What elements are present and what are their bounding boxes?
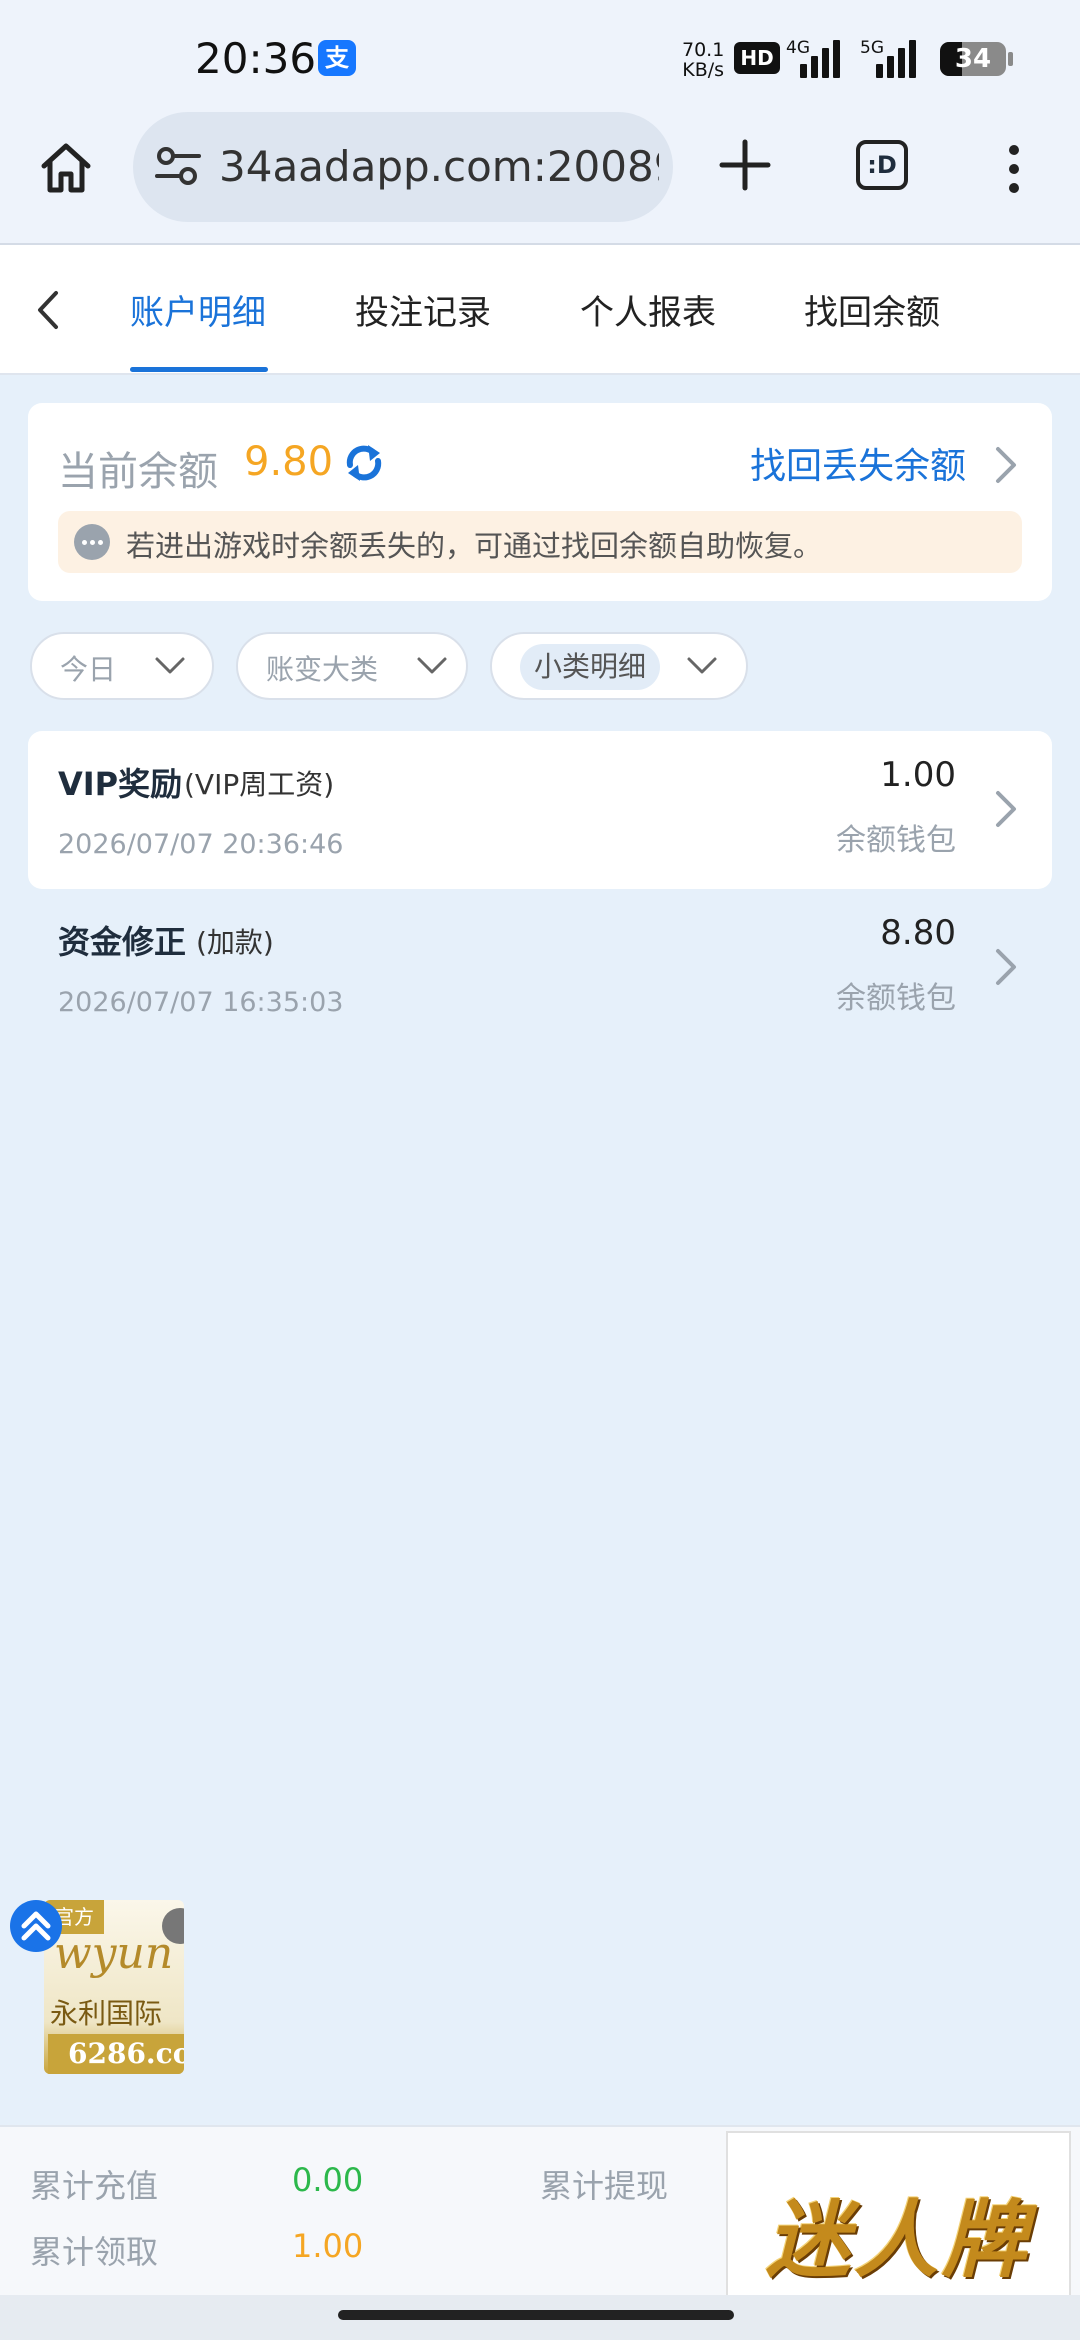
status-time: 20:36	[195, 34, 317, 83]
transaction-title: 资金修正	[58, 923, 187, 961]
tab-bar: 账户明细 投注记录 个人报表 找回余额	[0, 245, 1080, 375]
network-speed-value: 70.1	[682, 39, 725, 61]
notice-text: 若进出游戏时余额丢失的，可通过找回余额自助恢复。	[126, 529, 823, 563]
total-claim-label: 累计领取	[30, 2233, 159, 2271]
total-recharge-value: 0.00	[292, 2161, 364, 2199]
new-tab-icon[interactable]	[718, 138, 772, 196]
footer-ad-text: 迷人牌	[766, 2190, 1031, 2289]
scroll-top-icon[interactable]	[10, 1900, 62, 1952]
total-recharge-label: 累计充值	[30, 2167, 159, 2205]
summary-footer: 累计充值 0.00 累计提现 累计领取 1.00 迷人牌	[0, 2125, 1080, 2313]
network-speed-unit: KB/s	[682, 59, 725, 81]
battery-tip	[1008, 52, 1013, 66]
signal-icon-2	[876, 38, 916, 78]
tab-personal-report[interactable]: 个人报表	[580, 285, 716, 334]
back-chevron-icon[interactable]	[30, 287, 64, 337]
refresh-icon[interactable]	[342, 441, 386, 489]
footer-ad-banner[interactable]: 迷人牌	[726, 2131, 1071, 2313]
site-settings-icon[interactable]	[155, 145, 201, 191]
transaction-title: VIP奖励	[58, 765, 183, 803]
filter-sub-category-label: 小类明细	[520, 644, 661, 690]
browser-toolbar: 34aadapp.com:20089 :D	[0, 110, 1080, 245]
status-bar: 20:36 支 70.1 KB/s HD 4G 5G 34	[0, 0, 1080, 110]
network-speed: 70.1 KB/s	[682, 40, 724, 80]
filter-major-category-label: 账变大类	[266, 653, 379, 686]
chevron-down-icon	[154, 656, 186, 680]
transaction-amount: 1.00	[880, 755, 956, 795]
alipay-icon: 支	[318, 40, 356, 76]
chevron-right-icon[interactable]	[994, 445, 1018, 489]
ad-brand-name: 永利国际	[50, 1997, 163, 2030]
ad-domain: 6286.com	[48, 2034, 184, 2074]
home-icon[interactable]	[38, 140, 94, 200]
chevron-right-icon	[994, 789, 1018, 833]
transaction-time: 2026/07/07 20:36:46	[58, 829, 344, 860]
chevron-down-icon	[686, 656, 718, 680]
battery-percent: 34	[954, 44, 992, 74]
floating-ad-banner[interactable]: 官方 wyun 永利国际 6286.com	[44, 1900, 184, 2074]
filter-major-category[interactable]: 账变大类	[236, 632, 468, 700]
transaction-row[interactable]: 资金修正 (加款) 2026/07/07 16:35:03 8.80 余额钱包	[28, 889, 1052, 1047]
filter-date-label: 今日	[60, 653, 117, 686]
transaction-wallet: 余额钱包	[836, 981, 956, 1016]
chevron-down-icon	[416, 656, 448, 680]
transaction-subtitle: (加款)	[196, 926, 274, 959]
transaction-amount: 8.80	[880, 913, 956, 953]
url-text[interactable]: 34aadapp.com:20089	[219, 142, 659, 191]
more-vert-icon[interactable]	[1004, 144, 1024, 198]
tab-switcher-icon[interactable]: :D	[856, 140, 908, 190]
chevron-right-icon	[994, 947, 1018, 991]
battery-icon: 34	[940, 42, 1006, 76]
filter-date[interactable]: 今日	[30, 632, 214, 700]
filter-sub-category[interactable]: 小类明细	[490, 632, 748, 700]
message-icon	[74, 524, 110, 560]
home-gesture-bar[interactable]	[338, 2310, 734, 2320]
transaction-wallet: 余额钱包	[836, 823, 956, 858]
tab-bet-records[interactable]: 投注记录	[355, 285, 491, 334]
balance-value: 9.80	[244, 439, 334, 485]
address-bar[interactable]: 34aadapp.com:20089	[133, 112, 673, 222]
transaction-subtitle: (VIP周工资)	[184, 768, 335, 801]
total-claim-value: 1.00	[292, 2227, 364, 2265]
transaction-row[interactable]: VIP奖励 (VIP周工资) 2026/07/07 20:36:46 1.00 …	[28, 731, 1052, 889]
balance-label: 当前余额	[58, 449, 218, 495]
transaction-time: 2026/07/07 16:35:03	[58, 987, 344, 1018]
signal-icon-1	[800, 38, 840, 78]
balance-card: 当前余额 9.80 找回丢失余额 若进出游戏时余额丢失的，可通过找回余额自助恢复…	[28, 403, 1052, 601]
hd-voice-icon: HD	[734, 42, 780, 74]
balance-notice: 若进出游戏时余额丢失的，可通过找回余额自助恢复。	[58, 511, 1022, 573]
active-tab-indicator	[130, 367, 268, 372]
recover-balance-link[interactable]: 找回丢失余额	[750, 437, 966, 489]
tab-recover-balance[interactable]: 找回余额	[804, 285, 940, 334]
tab-account-details[interactable]: 账户明细	[130, 285, 266, 334]
ad-logo-script: wyun	[54, 1928, 174, 1979]
total-withdraw-label: 累计提现	[540, 2167, 669, 2205]
